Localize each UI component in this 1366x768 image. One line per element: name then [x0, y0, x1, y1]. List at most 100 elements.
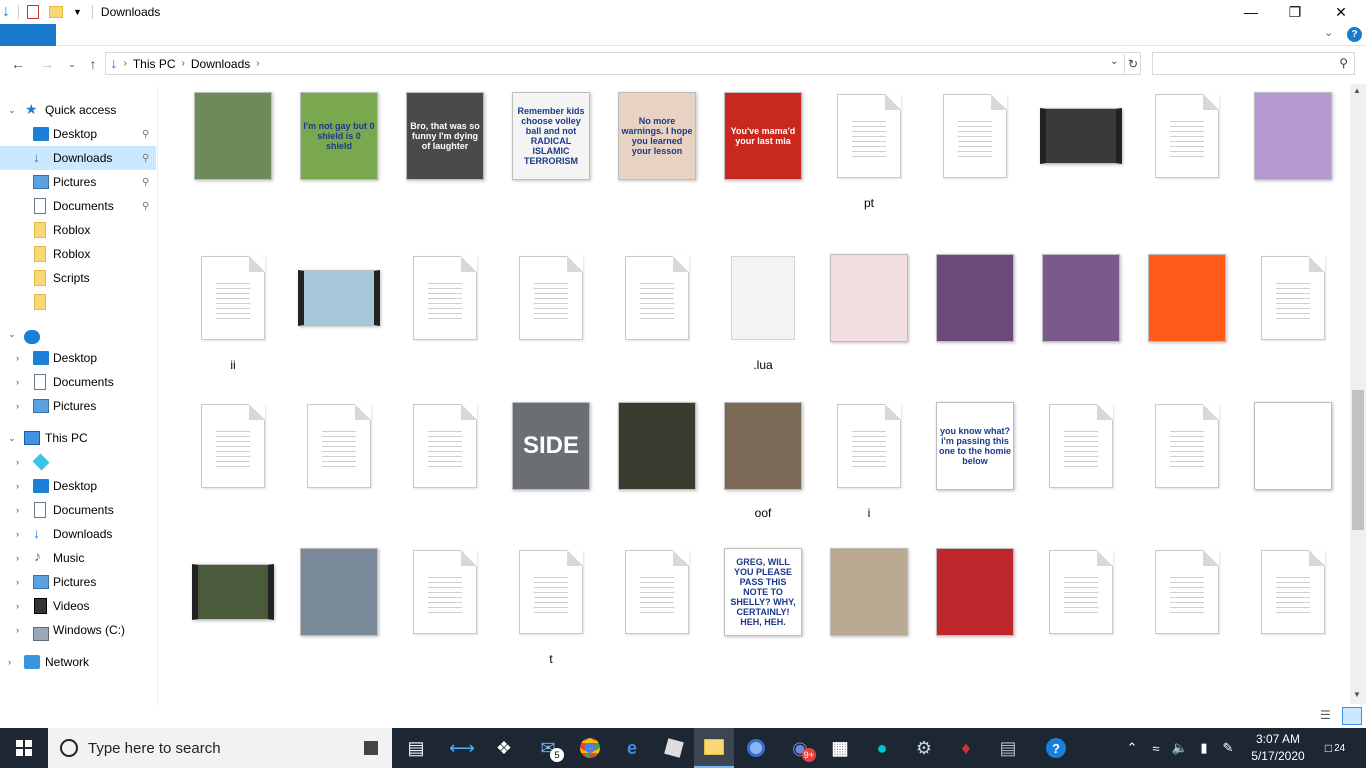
sidebar-item-pictures[interactable]: Pictures ⚲: [0, 170, 156, 194]
file-item[interactable]: [392, 246, 498, 396]
chevron-down-icon[interactable]: ⌄: [8, 329, 16, 340]
chevron-right-icon[interactable]: ›: [16, 625, 19, 635]
mail-icon[interactable]: ✉ 5: [528, 728, 568, 768]
file-item[interactable]: Bro, that was so funny I'm dying of laug…: [392, 84, 498, 234]
sidebar-item-downloads[interactable]: ↓ Downloads ⚲: [0, 146, 156, 170]
breadcrumb-separator-icon[interactable]: ›: [256, 58, 259, 69]
edge-icon[interactable]: e: [612, 728, 652, 768]
scroll-up-arrow-icon[interactable]: ▲: [1353, 86, 1361, 95]
sidebar-item-pc-downloads[interactable]: › ↓ Downloads: [0, 522, 156, 546]
sidebar-item-pc-documents[interactable]: › Documents: [0, 498, 156, 522]
file-item[interactable]: [604, 394, 710, 544]
taskbar-clock[interactable]: 3:07 AM 5/17/2020: [1246, 731, 1310, 765]
back-button[interactable]: ←: [8, 54, 28, 74]
file-item[interactable]: [180, 540, 286, 690]
chevron-right-icon[interactable]: ›: [16, 353, 19, 363]
close-button[interactable]: ✕: [1318, 0, 1364, 24]
file-item[interactable]: [180, 394, 286, 544]
file-item[interactable]: No more warnings. I hope you learned you…: [604, 84, 710, 234]
visual-studio-code-icon[interactable]: ⟷: [442, 728, 482, 768]
file-item[interactable]: [1240, 246, 1346, 396]
volume-icon[interactable]: 🔈: [1168, 740, 1192, 756]
chrome-secondary-icon[interactable]: [736, 728, 776, 768]
sidebar-item-pc-pictures[interactable]: › Pictures: [0, 570, 156, 594]
file-item[interactable]: [286, 246, 392, 396]
sidebar-item-onedrive-pictures[interactable]: › Pictures: [0, 394, 156, 418]
recent-locations-dropdown[interactable]: ⌄: [62, 54, 82, 74]
help-app-icon[interactable]: ?: [1036, 728, 1076, 768]
search-box[interactable]: ⚲: [1152, 52, 1355, 75]
chevron-right-icon[interactable]: ›: [16, 481, 19, 491]
file-item[interactable]: [1240, 540, 1346, 690]
large-icons-view-icon[interactable]: [1342, 707, 1362, 725]
file-item[interactable]: I'm not gay but 0 shield is 0 shield: [286, 84, 392, 234]
file-item[interactable]: t: [498, 540, 604, 690]
file-item[interactable]: You've mama'd your last mia: [710, 84, 816, 234]
chevron-right-icon[interactable]: ›: [16, 529, 19, 539]
file-item[interactable]: [392, 394, 498, 544]
file-item[interactable]: [816, 540, 922, 690]
sidebar-item-music[interactable]: › ♪ Music: [0, 546, 156, 570]
file-grid[interactable]: I'm not gay but 0 shield is 0 shield Bro,…: [172, 84, 1348, 704]
file-item[interactable]: [392, 540, 498, 690]
sidebar-item-videos[interactable]: › Videos: [0, 594, 156, 618]
wave-app-icon[interactable]: ●: [862, 728, 902, 768]
cortana-icon[interactable]: [364, 741, 378, 755]
sidebar-item-quick-access[interactable]: ⌄ ★ Quick access: [0, 98, 156, 122]
sidebar-item-documents[interactable]: Documents ⚲: [0, 194, 156, 218]
roblox-icon[interactable]: [654, 728, 694, 768]
sidebar-item-network[interactable]: › Network: [0, 650, 156, 674]
file-item[interactable]: [922, 540, 1028, 690]
refresh-icon[interactable]: ↻: [1124, 54, 1141, 73]
breadcrumb-separator-icon[interactable]: ›: [182, 58, 185, 69]
vertical-scrollbar[interactable]: ▲ ▼: [1350, 84, 1366, 704]
file-item[interactable]: [1028, 246, 1134, 396]
chevron-right-icon[interactable]: ›: [16, 601, 19, 611]
scroll-down-arrow-icon[interactable]: ▼: [1353, 690, 1361, 699]
sidebar-item-pc-desktop[interactable]: › Desktop: [0, 474, 156, 498]
chrome-icon[interactable]: [570, 728, 610, 768]
sidebar-item-roblox-2[interactable]: Roblox: [0, 242, 156, 266]
start-button[interactable]: [0, 728, 48, 768]
address-bar[interactable]: ↓ › This PC › Downloads › ⌄ ↻: [105, 52, 1141, 75]
chevron-right-icon[interactable]: ›: [16, 553, 19, 563]
scrollbar-thumb[interactable]: [1352, 390, 1364, 530]
wifi-icon[interactable]: ≈: [1144, 741, 1168, 756]
customize-qa-dropdown-icon[interactable]: ▼: [73, 7, 82, 17]
navigation-pane[interactable]: ⌄ ★ Quick access Desktop ⚲ ↓ Downloads ⚲…: [0, 86, 158, 706]
file-item[interactable]: [286, 394, 392, 544]
chevron-right-icon[interactable]: ›: [16, 577, 19, 587]
epic-launcher-icon[interactable]: ▦: [820, 728, 860, 768]
file-item[interactable]: [1134, 246, 1240, 396]
file-item[interactable]: [922, 246, 1028, 396]
sidebar-item-this-pc[interactable]: ⌄ This PC: [0, 426, 156, 450]
sidebar-item-3d-objects[interactable]: ›: [0, 450, 156, 474]
file-item[interactable]: oof: [710, 394, 816, 544]
properties-icon[interactable]: [27, 5, 39, 19]
restore-button[interactable]: ❐: [1272, 0, 1318, 24]
chevron-right-icon[interactable]: ›: [16, 457, 19, 467]
pen-icon[interactable]: ✎: [1216, 740, 1240, 756]
file-item[interactable]: ii: [180, 246, 286, 396]
file-item[interactable]: [1028, 540, 1134, 690]
sidebar-item-onedrive-documents[interactable]: › Documents: [0, 370, 156, 394]
file-item[interactable]: pt: [816, 84, 922, 234]
task-view-icon[interactable]: ▤: [396, 728, 436, 768]
file-item[interactable]: [1240, 394, 1346, 544]
file-item[interactable]: [1028, 84, 1134, 234]
help-icon[interactable]: ?: [1347, 27, 1362, 42]
file-item[interactable]: [816, 246, 922, 396]
taskbar-search-box[interactable]: Type here to search: [48, 728, 392, 768]
sidebar-item-scripts[interactable]: Scripts: [0, 266, 156, 290]
expand-ribbon-icon[interactable]: ⌄: [1324, 26, 1333, 39]
chevron-right-icon[interactable]: ›: [16, 401, 19, 411]
file-item[interactable]: you know what? i'm passing this one to t…: [922, 394, 1028, 544]
details-view-icon[interactable]: ☰: [1320, 708, 1331, 722]
steam-icon[interactable]: ⚙: [904, 728, 944, 768]
dropbox-icon[interactable]: ❖: [484, 728, 524, 768]
file-tab[interactable]: [0, 24, 56, 46]
file-item[interactable]: [1134, 540, 1240, 690]
up-button[interactable]: ↑: [83, 54, 103, 74]
file-item[interactable]: [1028, 394, 1134, 544]
sidebar-item-onedrive[interactable]: ⌄: [0, 322, 156, 346]
